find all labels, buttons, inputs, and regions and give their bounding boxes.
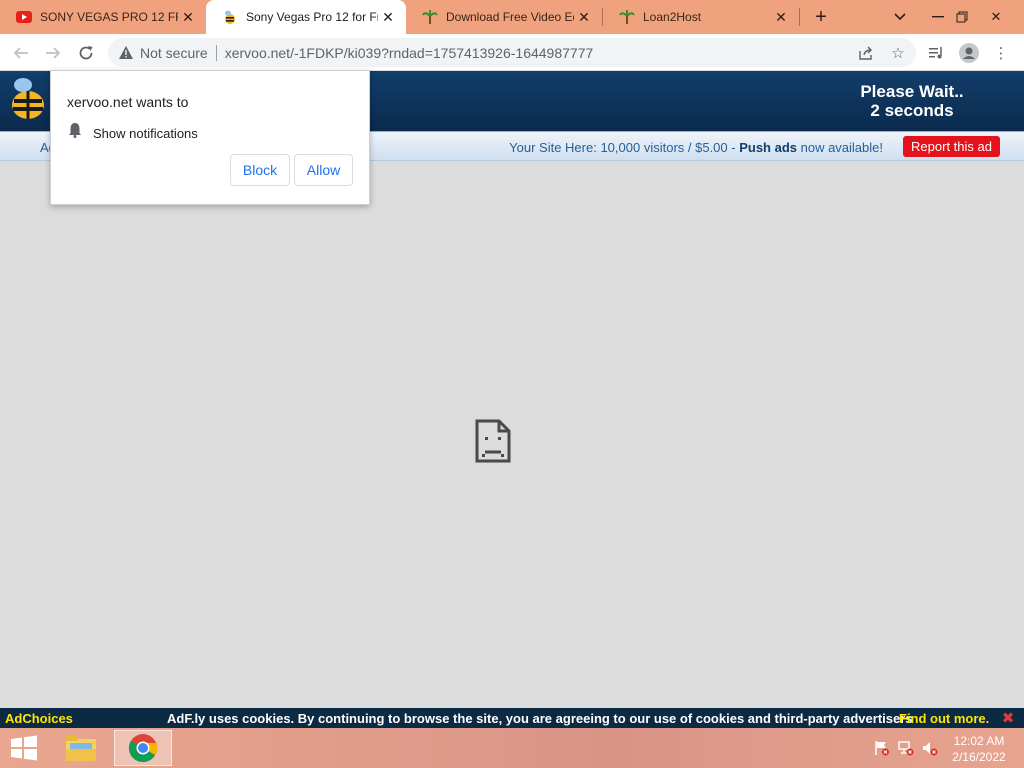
menu-kebab-icon[interactable]: ⋮ [988,40,1014,66]
tab-sony-vegas-youtube[interactable]: SONY VEGAS PRO 12 FRE ✕ [0,0,206,34]
tab-title: SONY VEGAS PRO 12 FRE [40,10,178,24]
windows-start-icon[interactable] [8,734,40,762]
popup-title: xervoo.net wants to [67,94,189,110]
browser-toolbar: Not secure xervoo.net/-1FDKP/ki039?rndad… [0,34,1024,71]
close-tab-icon[interactable]: ✕ [771,7,791,27]
tab-title: Loan2Host [643,10,702,24]
adchoices-link[interactable]: AdChoices [5,711,73,726]
close-window-icon[interactable]: ✕ [974,0,1018,34]
tab-loan2host[interactable]: Loan2Host ✕ [603,0,799,34]
network-icon[interactable] [898,740,914,756]
windows-taskbar: 12:02 AM 2/16/2022 [0,728,1024,768]
bee-logo[interactable] [8,77,46,121]
clock-date: 2/16/2022 [952,750,1006,764]
share-icon[interactable] [853,40,879,66]
palm-icon [422,9,438,25]
tab-strip: SONY VEGAS PRO 12 FRE ✕ Sony Vegas Pro 1… [0,0,1024,34]
clock-time: 12:02 AM [953,734,1005,748]
reload-icon[interactable] [73,40,99,66]
file-explorer-taskbar[interactable] [52,730,110,766]
palm-icon [619,9,635,25]
wait-countdown: Please Wait.. 2 seconds [842,82,982,120]
find-out-more-link[interactable]: Find out more. [899,711,989,726]
close-tab-icon[interactable]: ✕ [378,7,398,27]
chrome-taskbar[interactable] [114,730,172,766]
close-tab-icon[interactable]: ✕ [178,7,198,27]
back-icon[interactable] [8,40,34,66]
close-tab-icon[interactable]: ✕ [574,7,594,27]
cookie-notice-text: AdF.ly uses cookies. By continuing to br… [167,711,913,726]
ad-frame-area [0,161,1024,708]
warning-icon[interactable] [118,45,134,61]
tab-separator [799,8,800,26]
cookie-bar: AdChoices AdF.ly uses cookies. By contin… [0,708,1024,728]
divider [215,44,217,61]
bookmark-star-icon[interactable]: ☆ [885,40,911,66]
new-tab-button[interactable]: + [808,5,834,29]
bell-icon [69,123,81,138]
media-queue-icon[interactable] [924,40,950,66]
wait-seconds: 2 seconds [870,101,954,120]
forward-icon[interactable] [40,40,66,66]
tab-download-video-editor[interactable]: Download Free Video Ed ✕ [406,0,602,34]
system-clock[interactable]: 12:02 AM 2/16/2022 [944,733,1014,765]
url-text[interactable]: xervoo.net/-1FDKP/ki039?rndad=1757413926… [225,45,594,61]
notification-permission-popup: xervoo.net wants to Show notifications B… [50,70,370,205]
address-bar[interactable]: Not secure xervoo.net/-1FDKP/ki039?rndad… [108,38,916,67]
youtube-icon [16,9,32,25]
tab-title: Download Free Video Ed [446,10,574,24]
block-button[interactable]: Block [230,154,290,186]
promo-bold: Push ads [739,140,797,155]
folder-icon [66,736,96,761]
permission-label: Show notifications [93,126,198,141]
promo-text: Your Site Here: 10,000 visitors / $5.00 … [509,140,740,155]
tab-sony-vegas-active[interactable]: Sony Vegas Pro 12 for Fre ✕ [206,0,406,34]
sad-page-icon [475,419,511,463]
security-label[interactable]: Not secure [140,45,208,61]
flag-alert-icon[interactable] [874,740,890,756]
promo-text-end: now available! [797,140,883,155]
chrome-icon [128,734,158,763]
allow-button[interactable]: Allow [294,154,353,186]
report-ad-button[interactable]: Report this ad [903,136,1000,157]
tab-title: Sony Vegas Pro 12 for Fre [246,10,378,24]
close-icon[interactable]: ✖ [1000,710,1016,727]
volume-muted-icon[interactable] [922,740,938,756]
profile-avatar-icon[interactable] [956,40,982,66]
push-ads-promo[interactable]: Your Site Here: 10,000 visitors / $5.00 … [509,140,883,155]
bee-icon [222,9,238,25]
wait-text: Please Wait.. [860,82,964,101]
